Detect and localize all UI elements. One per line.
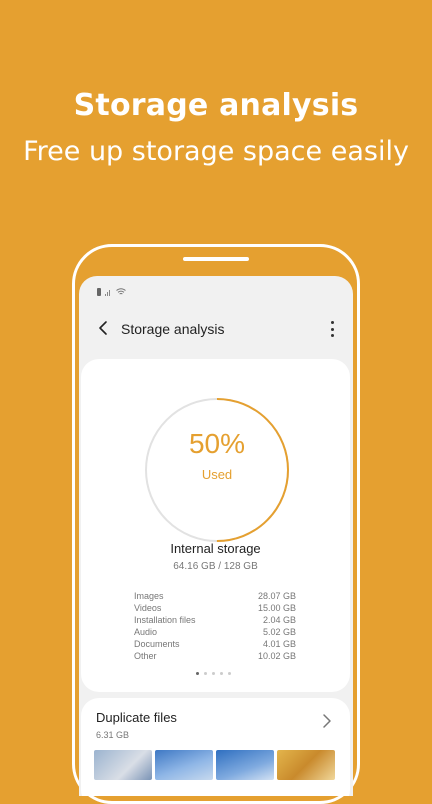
storage-card[interactable]: 50% Used Internal storage 64.16 GB / 128… (81, 359, 350, 692)
page-dot[interactable] (212, 672, 215, 675)
thumbnail-image[interactable] (94, 750, 152, 780)
row-value: 28.07 GB (257, 591, 296, 601)
page-dot[interactable] (220, 672, 223, 675)
thumbnail-image[interactable] (277, 750, 335, 780)
battery-icon (97, 288, 101, 296)
phone-screen: Storage analysis 50% Used Internal stora… (79, 276, 353, 796)
thumbnail-image[interactable] (216, 750, 274, 780)
page-dot[interactable] (204, 672, 207, 675)
page-indicator (196, 672, 231, 675)
used-label: Used (201, 467, 233, 482)
row-value: 10.02 GB (257, 651, 296, 661)
app-bar: Storage analysis (79, 312, 353, 346)
used-percent: 50% (188, 428, 246, 459)
duplicate-files-size: 6.31 GB (96, 730, 130, 740)
promo-headline: Storage analysis (73, 88, 359, 123)
page-dot[interactable] (228, 672, 231, 675)
row-label: Documents (134, 639, 180, 649)
row-label: Other (134, 651, 157, 661)
chevron-right-icon[interactable] (322, 713, 332, 729)
row-label: Images (134, 591, 164, 601)
storage-title: Internal storage (170, 541, 261, 556)
breakdown-row: Installation files 2.04 GB (134, 614, 296, 626)
promo-subline: Free up storage space easily (23, 136, 409, 167)
duplicate-files-title: Duplicate files (96, 710, 177, 725)
row-label: Videos (134, 603, 162, 613)
row-value: 4.01 GB (262, 639, 296, 649)
thumbnail-image[interactable] (155, 750, 213, 780)
wifi-icon (116, 288, 126, 295)
back-arrow-icon[interactable] (97, 320, 111, 336)
screen-title: Storage analysis (121, 321, 225, 337)
breakdown-row: Audio 5.02 GB (134, 626, 296, 638)
duplicate-files-card[interactable]: Duplicate files 6.31 GB (81, 698, 350, 796)
signal-icon (105, 289, 112, 296)
thumbnail-row (94, 750, 335, 780)
phone-speaker (183, 257, 249, 261)
row-label: Audio (134, 627, 158, 637)
breakdown-list: Images 28.07 GB Videos 15.00 GB Installa… (134, 590, 296, 662)
breakdown-row: Images 28.07 GB (134, 590, 296, 602)
row-value: 5.02 GB (262, 627, 296, 637)
more-options-icon[interactable] (329, 321, 335, 337)
row-value: 2.04 GB (262, 615, 296, 625)
breakdown-row: Documents 4.01 GB (134, 638, 296, 650)
storage-usage: 64.16 GB / 128 GB (173, 561, 258, 572)
page-dot[interactable] (196, 672, 199, 675)
row-value: 15.00 GB (257, 603, 296, 613)
status-bar (97, 288, 126, 296)
breakdown-row: Videos 15.00 GB (134, 602, 296, 614)
row-label: Installation files (134, 615, 196, 625)
breakdown-row: Other 10.02 GB (134, 650, 296, 662)
